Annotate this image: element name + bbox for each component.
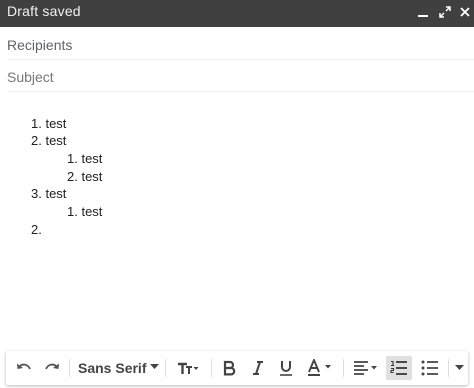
list-item: 1. test [31,115,66,133]
bulleted-list-icon [421,359,439,377]
list-item: 3. test [31,185,66,203]
text-size-button[interactable] [171,356,205,380]
text-color-icon [307,359,333,377]
recipients-field[interactable]: Recipients [7,28,474,60]
list-item-text: test [45,116,67,131]
redo-icon [43,359,61,377]
list-marker: 3. [31,186,42,201]
underline-button[interactable] [274,356,298,380]
list-item-text: test [45,133,67,148]
bold-button[interactable] [217,356,241,380]
underline-icon [279,360,293,377]
font-family-label: Sans Serif [78,360,147,376]
list-marker: 2. [67,169,78,184]
more-options-icon [454,365,464,371]
list-item-text: test [81,151,103,166]
list-marker: 1. [67,151,78,166]
list-item: 2. test [31,132,66,150]
more-options-button[interactable] [452,356,466,380]
expand-icon [439,5,451,23]
list-item: 1. test [67,203,102,221]
minimize-button[interactable] [413,0,433,27]
redo-button[interactable] [40,356,64,380]
minimize-icon [417,5,429,23]
expand-button[interactable] [435,0,455,27]
toolbar-separator [211,359,212,377]
bulleted-list-button[interactable] [417,356,443,380]
text-size-icon [177,360,199,376]
list-item: 2. test [67,168,102,186]
subject-field[interactable]: Subject [7,60,474,92]
formatting-toolbar: Sans Serif [6,351,468,385]
list-marker: 2. [31,133,42,148]
toolbar-separator [69,359,70,377]
align-button[interactable] [349,356,383,380]
align-icon [353,360,379,376]
numbered-list-icon [390,359,408,377]
toolbar-separator [165,359,166,377]
toolbar-separator [448,359,449,377]
subject-placeholder: Subject [7,69,54,85]
text-color-button[interactable] [302,356,338,380]
close-button[interactable] [455,0,474,27]
bold-icon [222,360,236,376]
recipients-placeholder: Recipients [7,37,73,53]
italic-icon [251,360,265,376]
close-icon [459,5,471,23]
list-marker: 2. [31,222,42,237]
font-family-select[interactable]: Sans Serif [74,356,160,380]
italic-button[interactable] [246,356,270,380]
list-item: 1. test [67,150,102,168]
compose-title-bar[interactable]: Draft saved [0,0,474,27]
list-item-text: test [81,169,103,184]
numbered-list-button[interactable] [386,356,412,380]
list-marker: 1. [31,116,42,131]
undo-icon [15,359,33,377]
list-item-text: test [81,204,103,219]
compose-title: Draft saved [7,3,81,19]
list-marker: 1. [67,204,78,219]
list-item-text: test [45,186,67,201]
toolbar-separator [343,359,344,377]
undo-button[interactable] [12,356,36,380]
message-body[interactable]: 1. test 2. test 1. test 2. test 3. test … [0,100,474,345]
list-item: 2. [31,221,42,239]
chevron-down-icon [150,364,159,370]
